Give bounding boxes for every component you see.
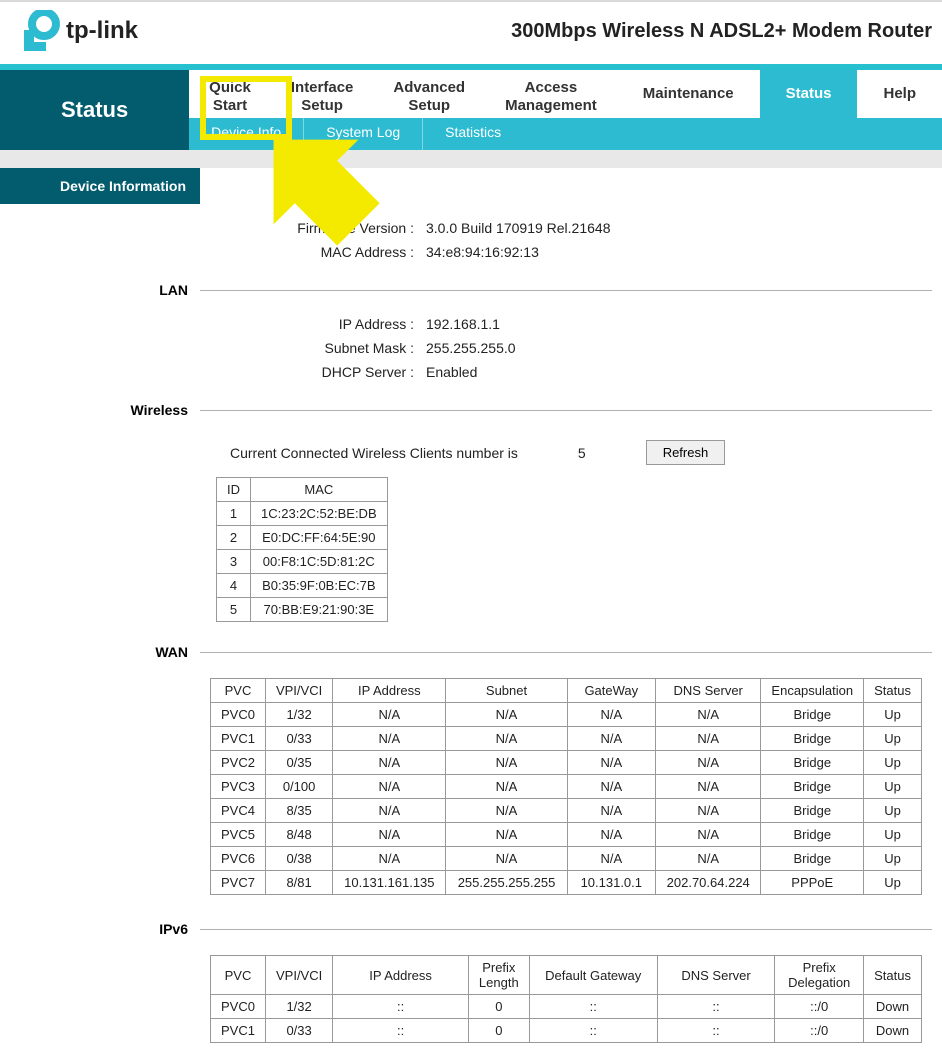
- col-header: GateWay: [567, 679, 655, 703]
- col-header: PrefixDelegation: [775, 956, 864, 995]
- refresh-button[interactable]: Refresh: [646, 440, 726, 465]
- lan-dhcp-label: DHCP Server: [200, 364, 420, 380]
- table-row: 300:F8:1C:5D:81:2C: [217, 550, 388, 574]
- table-row: 11C:23:2C:52:BE:DB: [217, 502, 388, 526]
- col-header: Encapsulation: [761, 679, 864, 703]
- firmware-value: 3.0.0 Build 170919 Rel.21648: [420, 220, 610, 236]
- tab-maintenance[interactable]: Maintenance: [617, 70, 760, 118]
- table-row: PVC10/33::0::::::/0Down: [211, 1019, 922, 1043]
- col-header: DNS Server: [656, 679, 761, 703]
- lan-subnet-value: 255.255.255.0: [420, 340, 516, 356]
- section-header-device-info: Device Information: [0, 168, 200, 204]
- table-row: PVC30/100N/AN/AN/AN/ABridgeUp: [211, 775, 922, 799]
- table-row: 570:BB:E9:21:90:3E: [217, 598, 388, 622]
- tab-quick[interactable]: QuickStart: [189, 70, 271, 118]
- col-header: IP Address: [333, 679, 446, 703]
- firmware-label: Firmware Version: [200, 220, 420, 236]
- table-row: PVC01/32::0::::::/0Down: [211, 995, 922, 1019]
- tab-access[interactable]: AccessManagement: [485, 70, 617, 118]
- brand-logo: tp-link: [18, 10, 138, 52]
- mac-label: MAC Address: [200, 244, 420, 260]
- col-header: MAC: [251, 478, 388, 502]
- col-header: VPI/VCI: [265, 679, 332, 703]
- wan-table: PVCVPI/VCIIP AddressSubnetGateWayDNS Ser…: [210, 678, 922, 895]
- table-row: PVC01/32N/AN/AN/AN/ABridgeUp: [211, 703, 922, 727]
- wireless-clients-label: Current Connected Wireless Clients numbe…: [230, 445, 518, 461]
- subtab-device-info[interactable]: Device Info: [189, 118, 304, 150]
- section-label-wireless: Wireless: [0, 394, 200, 426]
- lan-ip-label: IP Address: [200, 316, 420, 332]
- sub-tabs: Device InfoSystem LogStatistics: [189, 118, 942, 150]
- col-header: PrefixLength: [468, 956, 529, 995]
- col-header: DNS Server: [657, 956, 775, 995]
- section-label-ipv6: IPv6: [0, 913, 200, 945]
- subtab-system-log[interactable]: System Log: [304, 118, 423, 150]
- tab-help[interactable]: Help: [857, 70, 942, 118]
- table-row: PVC78/8110.131.161.135255.255.255.25510.…: [211, 871, 922, 895]
- table-row: PVC58/48N/AN/AN/AN/ABridgeUp: [211, 823, 922, 847]
- col-header: IP Address: [333, 956, 469, 995]
- tab-interface[interactable]: InterfaceSetup: [271, 70, 374, 118]
- ipv6-table: PVCVPI/VCIIP AddressPrefixLengthDefault …: [210, 955, 922, 1043]
- table-row: 2E0:DC:FF:64:5E:90: [217, 526, 388, 550]
- lan-dhcp-value: Enabled: [420, 364, 477, 380]
- table-row: PVC60/38N/AN/AN/AN/ABridgeUp: [211, 847, 922, 871]
- col-header: Subnet: [446, 679, 567, 703]
- section-label-lan: LAN: [0, 274, 200, 306]
- col-header: Default Gateway: [529, 956, 657, 995]
- product-title: 300Mbps Wireless N ADSL2+ Modem Router: [511, 20, 932, 43]
- tab-advanced[interactable]: AdvancedSetup: [373, 70, 485, 118]
- lan-subnet-label: Subnet Mask: [200, 340, 420, 356]
- main-tabs: QuickStartInterfaceSetupAdvancedSetupAcc…: [189, 70, 942, 118]
- col-header: PVC: [211, 679, 266, 703]
- brand-text: tp-link: [66, 17, 138, 45]
- mac-value: 34:e8:94:16:92:13: [420, 244, 539, 260]
- subtab-statistics[interactable]: Statistics: [423, 118, 523, 150]
- header-bar: tp-link 300Mbps Wireless N ADSL2+ Modem …: [0, 2, 942, 64]
- tplink-icon: [18, 10, 60, 52]
- lan-ip-value: 192.168.1.1: [420, 316, 500, 332]
- col-header: PVC: [211, 956, 266, 995]
- table-row: 4B0:35:9F:0B:EC:7B: [217, 574, 388, 598]
- tab-status[interactable]: Status: [760, 70, 858, 118]
- wireless-clients-count: 5: [578, 445, 586, 461]
- col-header: Status: [864, 679, 922, 703]
- divider-band: [0, 150, 942, 168]
- section-label-wan: WAN: [0, 636, 200, 668]
- wireless-clients-table: IDMAC11C:23:2C:52:BE:DB2E0:DC:FF:64:5E:9…: [216, 477, 388, 622]
- col-header: VPI/VCI: [265, 956, 332, 995]
- col-header: Status: [864, 956, 922, 995]
- page-title: Status: [0, 70, 189, 150]
- table-row: PVC10/33N/AN/AN/AN/ABridgeUp: [211, 727, 922, 751]
- col-header: ID: [217, 478, 251, 502]
- table-row: PVC20/35N/AN/AN/AN/ABridgeUp: [211, 751, 922, 775]
- table-row: PVC48/35N/AN/AN/AN/ABridgeUp: [211, 799, 922, 823]
